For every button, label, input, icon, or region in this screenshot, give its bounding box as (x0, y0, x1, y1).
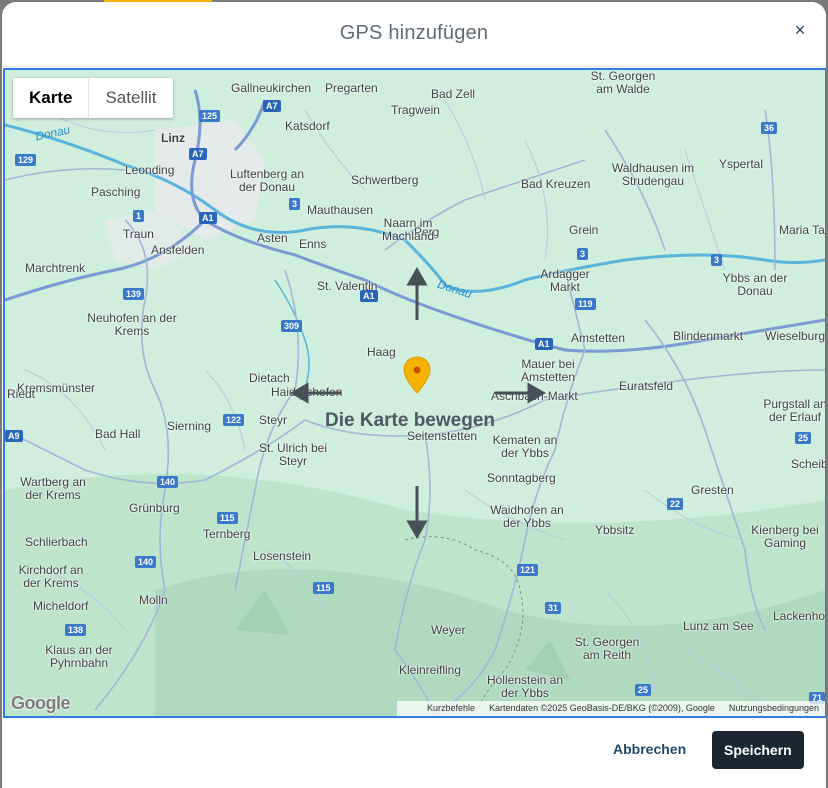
arrow-right-icon (527, 382, 547, 404)
modal-title: GPS hinzufügen (339, 22, 489, 44)
map-data-attribution: Kartendaten ©2025 GeoBasis-DE/BKG (©2009… (489, 703, 715, 713)
map-hint: Die Karte bewegen (325, 410, 495, 431)
google-logo: Google (11, 693, 71, 713)
modal-header: GPS hinzufügen × (2, 2, 826, 67)
keyboard-shortcuts-link[interactable]: Kurzbefehle (427, 701, 475, 716)
terms-link[interactable]: Nutzungsbedingungen (729, 701, 819, 716)
arrow-left-icon (289, 382, 309, 404)
map-pin-icon[interactable] (403, 356, 431, 394)
save-button[interactable]: Speichern (712, 731, 804, 769)
close-icon[interactable]: × (788, 18, 812, 42)
cancel-button[interactable]: Abbrechen (598, 731, 701, 767)
map-view[interactable]: Karte Satellit Gallneukirchen Pregarten … (3, 68, 826, 718)
arrow-down-icon (406, 520, 428, 540)
modal-actions: Abbrechen Speichern (2, 720, 826, 788)
gps-modal: GPS hinzufügen × Karte Satellit Gallneuk… (2, 2, 826, 788)
arrow-up-icon (406, 266, 428, 286)
map-attribution-bar: Kurzbefehle Kartendaten ©2025 GeoBasis-D… (397, 701, 825, 716)
